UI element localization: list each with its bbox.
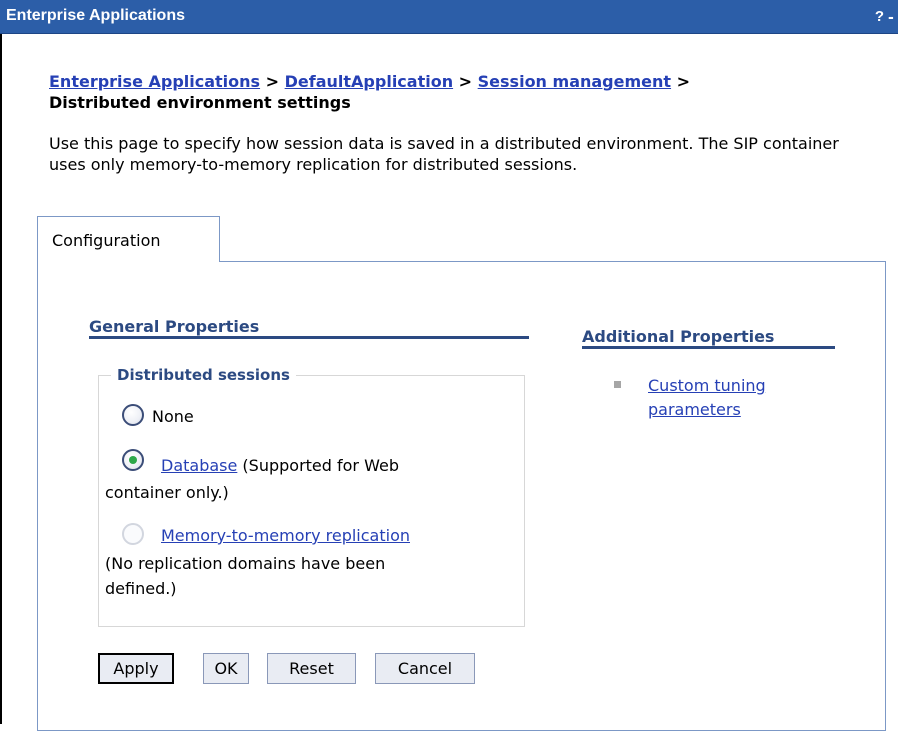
database-option-text: Database (Supported for Web — [161, 454, 399, 478]
additional-properties-divider — [582, 346, 835, 349]
general-properties-heading: General Properties — [89, 317, 260, 336]
memory-to-memory-note-line1: (No replication domains have been — [105, 554, 386, 573]
distributed-sessions-legend: Distributed sessions — [111, 366, 296, 384]
window-title: Enterprise Applications — [6, 7, 185, 24]
breadcrumb-link-enterprise-applications[interactable]: Enterprise Applications — [49, 72, 260, 91]
database-option-note-line2: container only.) — [105, 483, 229, 502]
help-icon[interactable]: ? — [875, 8, 884, 25]
breadcrumb-link-defaultapplication[interactable]: DefaultApplication — [285, 72, 453, 91]
breadcrumb-separator: > — [265, 72, 280, 91]
ok-button[interactable]: OK — [203, 653, 249, 684]
minimize-icon[interactable]: - — [888, 10, 898, 26]
breadcrumb-separator: > — [676, 72, 691, 91]
breadcrumb-link-session-management[interactable]: Session management — [478, 72, 671, 91]
memory-to-memory-replication-link[interactable]: Memory-to-memory replication — [161, 526, 410, 545]
tab-configuration-label: Configuration — [52, 231, 161, 250]
additional-properties-heading: Additional Properties — [582, 327, 775, 346]
apply-button[interactable]: Apply — [98, 653, 174, 684]
memory-to-memory-radio[interactable] — [122, 523, 144, 545]
memory-to-memory-note-line2: defined.) — [105, 579, 177, 598]
general-properties-divider — [89, 336, 529, 339]
breadcrumb-current: Distributed environment settings — [49, 93, 351, 112]
database-link[interactable]: Database — [161, 456, 237, 475]
tab-configuration[interactable]: Configuration — [37, 216, 220, 262]
database-option-note: (Supported for Web — [237, 456, 399, 475]
custom-tuning-parameters-link[interactable]: Custom tuning parameters — [648, 374, 838, 422]
cancel-button[interactable]: Cancel — [375, 653, 475, 684]
none-radio[interactable] — [122, 404, 144, 426]
page-left-border — [0, 0, 2, 724]
reset-button[interactable]: Reset — [267, 653, 356, 684]
breadcrumb-separator: > — [458, 72, 473, 91]
custom-tuning-parameters-line1[interactable]: Custom tuning — [648, 376, 766, 395]
memory-to-memory-option-text: Memory-to-memory replication — [161, 524, 410, 548]
none-radio-label: None — [152, 407, 194, 426]
bullet-icon — [614, 381, 621, 388]
page-description: Use this page to specify how session dat… — [49, 134, 839, 174]
database-radio[interactable] — [122, 449, 144, 471]
custom-tuning-parameters-line2[interactable]: parameters — [648, 400, 741, 419]
title-bar: Enterprise Applications ? - — [0, 0, 898, 34]
breadcrumb: Enterprise Applications > DefaultApplica… — [49, 71, 879, 113]
